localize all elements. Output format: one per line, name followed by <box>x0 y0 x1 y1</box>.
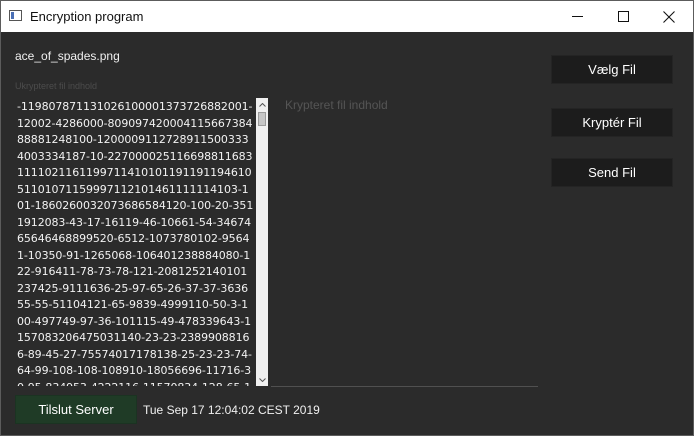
unencrypted-content-label: Ukrypteret fil indhold <box>15 81 98 91</box>
vertical-scrollbar[interactable] <box>256 98 268 386</box>
divider <box>271 386 538 387</box>
window-icon <box>9 10 22 21</box>
scroll-up-button[interactable] <box>256 98 268 111</box>
unencrypted-content-textarea[interactable]: -11980787113102610000137372688200​1-1200… <box>15 98 269 386</box>
selected-file-name: ace_of_spades.png <box>15 49 120 63</box>
encrypted-content-textarea[interactable]: Krypteret fil indhold <box>285 98 388 112</box>
choose-file-button[interactable]: Vælg Fil <box>551 55 673 84</box>
close-icon <box>663 10 675 23</box>
encrypt-file-button[interactable]: Kryptér Fil <box>551 108 673 137</box>
minimize-button[interactable] <box>554 1 600 32</box>
app-window: Encryption program ace_of_spades.png Ukr… <box>0 0 694 436</box>
minimize-icon <box>571 16 583 17</box>
title-bar[interactable]: Encryption program <box>1 1 693 32</box>
scroll-down-button[interactable] <box>256 373 268 386</box>
status-timestamp: Tue Sep 17 12:04:02 CEST 2019 <box>143 403 320 417</box>
maximize-button[interactable] <box>600 1 646 32</box>
scrollbar-thumb[interactable] <box>258 112 266 126</box>
unencrypted-content-text: -11980787113102610000137372688200​1-1200… <box>17 100 254 386</box>
arrow-down-icon <box>258 377 266 382</box>
window-title: Encryption program <box>30 9 144 24</box>
close-button[interactable] <box>646 1 692 32</box>
connect-server-button[interactable]: Tilslut Server <box>15 395 137 424</box>
main-content: ace_of_spades.png Ukrypteret fil indhold… <box>1 32 693 435</box>
send-file-button[interactable]: Send Fil <box>551 158 673 187</box>
maximize-icon <box>617 11 629 22</box>
arrow-up-icon <box>258 102 266 107</box>
